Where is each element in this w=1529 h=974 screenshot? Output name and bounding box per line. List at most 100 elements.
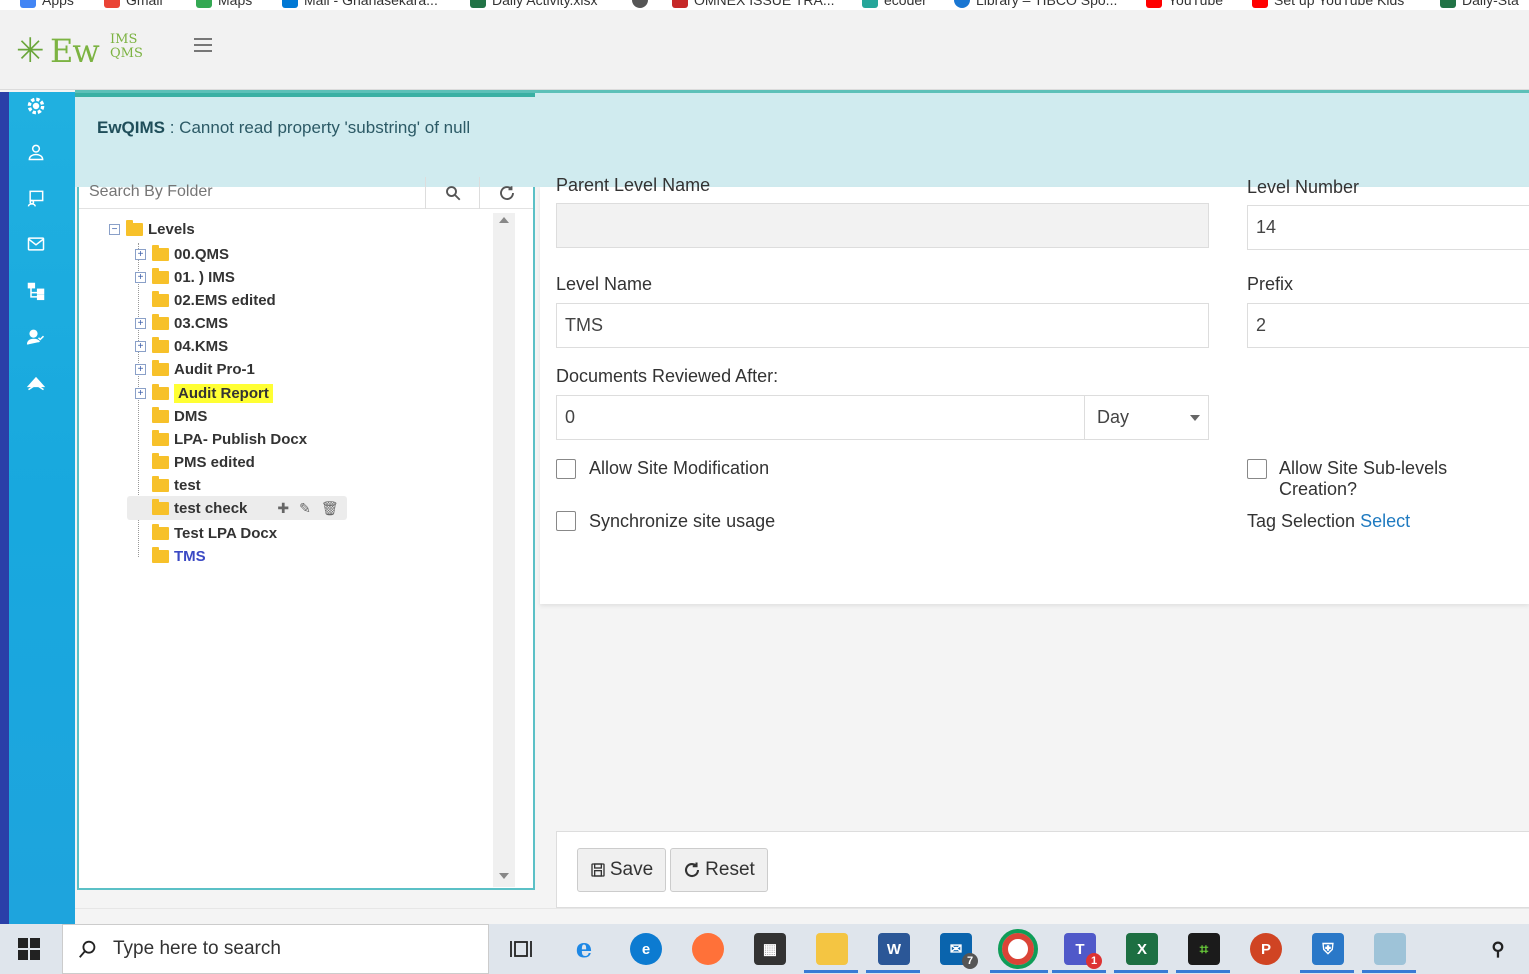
edit-icon[interactable]: ✎ <box>299 500 311 517</box>
folder-icon <box>152 429 169 446</box>
bookmark-omnex[interactable]: OMNEX ISSUE TRA... <box>672 0 835 8</box>
bookmark-library[interactable]: Library – TIBCO Spo... <box>954 0 1117 8</box>
reviewed-unit-select[interactable]: Day <box>1084 395 1209 440</box>
tree-item-test-lpa[interactable]: Test LPA Docx <box>135 522 277 544</box>
tree-root-levels[interactable]: − Levels <box>109 220 195 238</box>
tree-item-00-qms[interactable]: +00.QMS <box>135 243 229 265</box>
tree-item-audit-report[interactable]: + Audit Report <box>135 382 273 404</box>
tree-item-audit-pro[interactable]: + Audit Pro-1 <box>135 358 255 380</box>
user-icon[interactable] <box>24 140 48 164</box>
add-icon[interactable]: ✚ <box>277 500 289 517</box>
bookmark-maps[interactable]: Maps <box>196 0 252 8</box>
bookmark-ecoder[interactable]: ecoder <box>862 0 927 8</box>
tree-scrollbar[interactable] <box>493 213 515 887</box>
refresh-icon[interactable] <box>479 177 533 209</box>
tree-item-test[interactable]: test <box>135 474 201 496</box>
omnex-icon <box>672 0 688 8</box>
bookmark-daily-activity[interactable]: Daily Activity.xlsx <box>470 0 598 8</box>
teams-icon[interactable]: T1 <box>1064 933 1102 969</box>
security-shield-icon[interactable]: ⛨ <box>1312 933 1344 965</box>
expand-icon[interactable]: + <box>135 387 146 399</box>
menu-toggle-icon[interactable] <box>194 38 212 54</box>
task-view-icon[interactable] <box>505 933 537 965</box>
presentation-icon[interactable] <box>24 186 48 210</box>
running-indicator <box>1362 970 1416 973</box>
store-icon[interactable]: ▦ <box>754 933 786 965</box>
logo-star-icon: ✳ <box>16 32 45 70</box>
bookmark-daily-sta[interactable]: Daily-Sta <box>1440 0 1519 8</box>
people-icon[interactable]: ⚲ <box>1482 933 1514 965</box>
folder-icon <box>152 383 169 400</box>
snipping-tool-icon[interactable] <box>1374 933 1406 965</box>
excel-icon[interactable]: X <box>1126 933 1158 965</box>
form-footer: Save Reset <box>556 831 1529 908</box>
expand-icon[interactable]: + <box>135 363 146 375</box>
word-icon[interactable]: W <box>878 933 910 965</box>
save-button[interactable]: Save <box>577 848 666 892</box>
tree-item-lpa-publish[interactable]: LPA- Publish Docx <box>135 428 307 450</box>
windows-taskbar: Type here to search e e ▦ W ✉ 7 T1 X ⌗ P … <box>0 924 1529 974</box>
bookmark-gmail[interactable]: Gmail <box>104 0 163 8</box>
tree-item-02-ems[interactable]: 02.EMS edited <box>135 289 276 311</box>
file-explorer-icon[interactable] <box>816 933 848 965</box>
bookmark-youtube-kids[interactable]: Set up YouTube Kids <box>1252 0 1404 8</box>
mail-icon[interactable] <box>24 232 48 256</box>
gmail-icon <box>104 0 120 8</box>
chevron-down-icon <box>1190 415 1200 421</box>
expand-icon[interactable]: + <box>135 317 146 329</box>
running-indicator <box>866 970 920 973</box>
firefox-icon[interactable] <box>692 933 724 965</box>
allow-sublevels-checkbox[interactable] <box>1247 459 1267 479</box>
tree-item-03-cms[interactable]: +03.CMS <box>135 312 228 334</box>
level-name-field[interactable]: TMS <box>556 303 1209 348</box>
level-number-field[interactable]: 14 <box>1247 205 1529 250</box>
allow-site-mod-checkbox[interactable] <box>556 459 576 479</box>
sync-site-checkbox[interactable] <box>556 511 576 531</box>
allow-sublevels-label: Allow Site Sub-levels Creation? <box>1279 458 1448 499</box>
bookmark-globe[interactable] <box>632 0 648 8</box>
notepad-plus-icon[interactable]: ⌗ <box>1188 933 1220 965</box>
scroll-up-icon[interactable] <box>499 217 509 223</box>
folder-search-input[interactable] <box>81 177 425 207</box>
floppy-icon <box>591 863 605 877</box>
search-icon <box>79 940 96 958</box>
tree-item-04-kms[interactable]: +04.KMS <box>135 335 228 357</box>
reviewed-after-field[interactable]: 0 <box>556 395 1085 440</box>
taskbar-search[interactable]: Type here to search <box>62 924 489 974</box>
ewqms-logo[interactable]: ✳ Ew IMS QMS <box>16 32 146 74</box>
folder-icon <box>152 546 169 563</box>
collapse-icon[interactable]: − <box>109 224 120 235</box>
search-icon[interactable] <box>425 177 479 209</box>
tag-select-link[interactable]: Select <box>1360 511 1410 531</box>
tree-item-test-check[interactable]: test check ✚ ✎ 🗑 <box>135 497 339 519</box>
outlook-mail-icon[interactable]: ✉ 7 <box>940 933 978 969</box>
bookmark-youtube[interactable]: YouTube <box>1146 0 1223 8</box>
settings-icon[interactable] <box>24 94 48 118</box>
chrome-icon[interactable] <box>998 929 1038 969</box>
hierarchy-icon[interactable] <box>24 279 48 303</box>
tree-item-01-ims[interactable]: +01. ) IMS <box>135 266 235 288</box>
user-check-icon[interactable] <box>24 325 48 349</box>
tree-item-pms[interactable]: PMS edited <box>135 451 255 473</box>
bookmark-mail[interactable]: Mail - Gnanasekara... <box>282 0 438 8</box>
expand-icon[interactable]: + <box>135 271 146 283</box>
trash-icon[interactable]: 🗑 <box>321 500 339 517</box>
apps-icon <box>20 0 36 8</box>
layers-icon[interactable] <box>24 371 48 395</box>
expand-icon[interactable]: + <box>135 340 146 352</box>
folder-icon <box>152 406 169 423</box>
reset-button[interactable]: Reset <box>670 848 768 892</box>
error-toast[interactable]: EwQIMS : Cannot read property 'substring… <box>75 93 1529 187</box>
tree-item-tms[interactable]: TMS <box>135 545 206 567</box>
edge-icon[interactable]: e <box>630 933 662 965</box>
expand-icon[interactable]: + <box>135 248 146 260</box>
reset-icon <box>685 862 700 878</box>
powerpoint-icon[interactable]: P <box>1250 933 1282 965</box>
windows-start-icon[interactable] <box>18 938 40 960</box>
prefix-field[interactable]: 2 <box>1247 303 1529 348</box>
level-number-label: Level Number <box>1247 177 1360 197</box>
tree-item-dms[interactable]: DMS <box>135 405 207 427</box>
scroll-down-icon[interactable] <box>499 873 509 879</box>
internet-explorer-icon[interactable]: e <box>568 933 600 965</box>
bookmark-apps[interactable]: Apps <box>20 0 74 8</box>
